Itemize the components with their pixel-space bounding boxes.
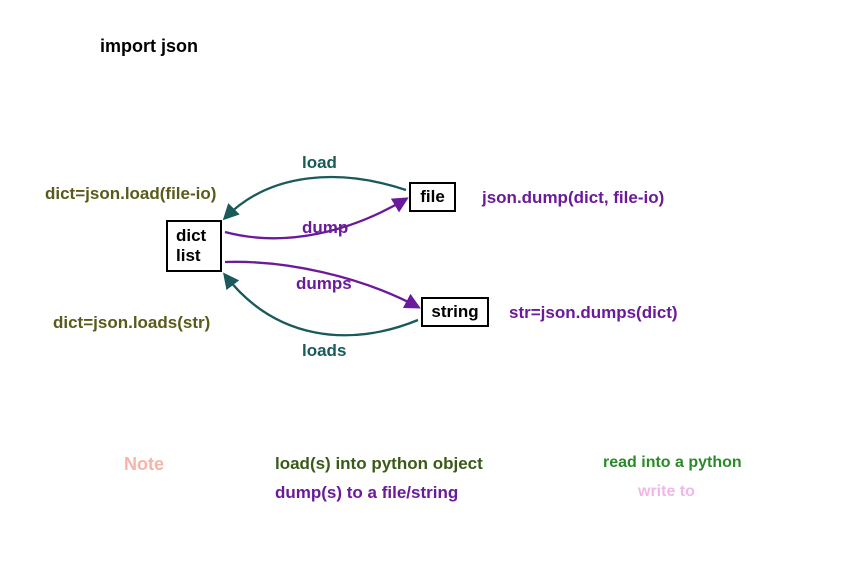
box-file: file xyxy=(409,182,456,212)
code-loads-example: dict=json.loads(str) xyxy=(53,313,210,333)
label-dump: dump xyxy=(302,218,348,238)
label-loads: loads xyxy=(302,341,346,361)
note-write-desc: write to xyxy=(638,483,695,501)
box-string: string xyxy=(421,297,489,327)
code-dump-example: json.dump(dict, file-io) xyxy=(482,188,664,208)
code-load-example: dict=json.load(file-io) xyxy=(45,184,216,204)
note-load-desc: load(s) into python object xyxy=(275,454,483,474)
box-list-label: list xyxy=(176,246,201,266)
box-string-label: string xyxy=(431,302,478,322)
box-dict-list: dict list xyxy=(166,220,222,272)
box-dict-label: dict xyxy=(176,226,206,246)
note-read-desc: read into a python xyxy=(603,454,742,472)
arrow-load xyxy=(225,177,406,218)
note-dump-desc: dump(s) to a file/string xyxy=(275,483,458,503)
code-dumps-example: str=json.dumps(dict) xyxy=(509,303,678,323)
box-file-label: file xyxy=(420,187,445,207)
import-statement: import json xyxy=(100,36,198,57)
label-load: load xyxy=(302,153,337,173)
note-label: Note xyxy=(124,454,164,475)
label-dumps: dumps xyxy=(296,274,352,294)
